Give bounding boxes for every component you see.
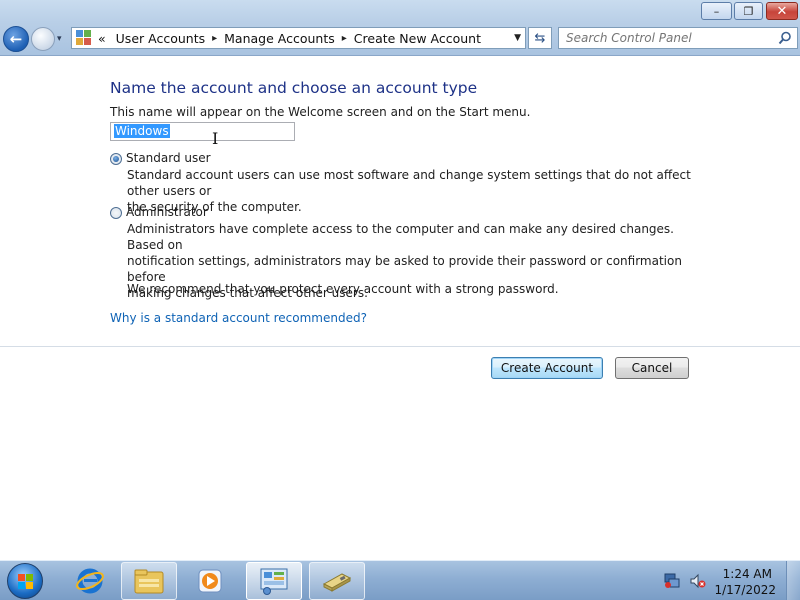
standard-user-radio[interactable] bbox=[110, 153, 122, 165]
back-button[interactable]: ← bbox=[3, 26, 29, 52]
administrator-label[interactable]: Administrator bbox=[126, 205, 208, 219]
taskbar: 1:24 AM 1/17/2022 bbox=[0, 560, 800, 600]
standard-account-help-link[interactable]: Why is a standard account recommended? bbox=[110, 311, 367, 325]
system-tray: 1:24 AM 1/17/2022 bbox=[650, 561, 800, 600]
control-panel-icon bbox=[76, 30, 92, 46]
refresh-button[interactable]: ⇆ bbox=[528, 27, 552, 49]
taskbar-internet-explorer[interactable] bbox=[62, 562, 118, 600]
back-arrow-icon: ← bbox=[9, 30, 23, 48]
close-button[interactable]: ✕ bbox=[766, 2, 798, 20]
search-icon[interactable] bbox=[778, 31, 792, 45]
search-input[interactable] bbox=[566, 31, 766, 45]
create-account-button[interactable]: Create Account bbox=[491, 357, 603, 379]
breadcrumb-overflow[interactable]: « bbox=[98, 31, 106, 46]
content-pane: Name the account and choose an account t… bbox=[0, 57, 800, 560]
taskbar-control-panel[interactable] bbox=[246, 562, 302, 600]
clock-date[interactable]: 1/17/2022 bbox=[714, 583, 776, 597]
usb-drive-icon bbox=[322, 573, 352, 592]
breadcrumb-user-accounts[interactable]: User Accounts bbox=[116, 31, 205, 46]
name-instructions: This name will appear on the Welcome scr… bbox=[110, 105, 531, 119]
page-title: Name the account and choose an account t… bbox=[110, 79, 478, 97]
volume-muted-icon[interactable] bbox=[690, 573, 706, 589]
search-box[interactable] bbox=[558, 27, 798, 49]
address-bar[interactable]: « User Accounts ▸ Manage Accounts ▸ Crea… bbox=[71, 27, 526, 49]
standard-user-description: Standard account users can use most soft… bbox=[127, 168, 691, 214]
recent-pages-dropdown[interactable]: ▾ bbox=[57, 34, 67, 44]
windows-logo-icon bbox=[18, 574, 25, 581]
window-title-bar: – ❐ ✕ ← ▾ « User Accounts ▸ Manage Accou… bbox=[0, 0, 800, 56]
minimize-icon: – bbox=[713, 4, 720, 18]
refresh-icon: ⇆ bbox=[534, 30, 546, 46]
address-dropdown-icon[interactable]: ▼ bbox=[514, 33, 521, 43]
taskbar-windows-explorer[interactable] bbox=[121, 562, 177, 600]
password-recommendation: We recommend that you protect every acco… bbox=[127, 282, 559, 296]
folder-icon bbox=[134, 569, 164, 594]
internet-explorer-icon bbox=[76, 568, 104, 594]
forward-button[interactable] bbox=[31, 27, 55, 51]
divider bbox=[0, 346, 800, 347]
account-name-value: Windows bbox=[114, 124, 170, 138]
administrator-radio[interactable] bbox=[110, 207, 122, 219]
windows-logo-icon bbox=[26, 582, 33, 589]
control-panel-icon bbox=[260, 568, 288, 595]
maximize-icon: ❐ bbox=[743, 4, 754, 18]
start-button[interactable] bbox=[7, 563, 43, 599]
windows-logo-icon bbox=[18, 582, 25, 589]
minimize-button[interactable]: – bbox=[701, 2, 732, 20]
maximize-button[interactable]: ❐ bbox=[734, 2, 763, 20]
standard-user-label[interactable]: Standard user bbox=[126, 151, 211, 165]
breadcrumb-create-new-account[interactable]: Create New Account bbox=[354, 31, 481, 46]
media-player-icon bbox=[198, 569, 222, 593]
cancel-button[interactable]: Cancel bbox=[615, 357, 689, 379]
text-cursor-icon: I bbox=[212, 129, 219, 148]
windows-logo-icon bbox=[26, 574, 33, 581]
breadcrumb-manage-accounts[interactable]: Manage Accounts bbox=[224, 31, 335, 46]
breadcrumb-separator-icon[interactable]: ▸ bbox=[342, 33, 347, 44]
close-icon: ✕ bbox=[776, 3, 788, 19]
breadcrumb-separator-icon[interactable]: ▸ bbox=[212, 33, 217, 44]
account-name-field[interactable]: Windows bbox=[110, 122, 295, 141]
taskbar-removable-drive[interactable] bbox=[309, 562, 365, 600]
network-icon[interactable] bbox=[664, 573, 680, 589]
show-desktop-button[interactable] bbox=[786, 561, 800, 600]
clock-time[interactable]: 1:24 AM bbox=[723, 567, 772, 581]
chevron-down-icon: ▾ bbox=[57, 34, 62, 44]
taskbar-windows-media-player[interactable] bbox=[182, 562, 238, 600]
